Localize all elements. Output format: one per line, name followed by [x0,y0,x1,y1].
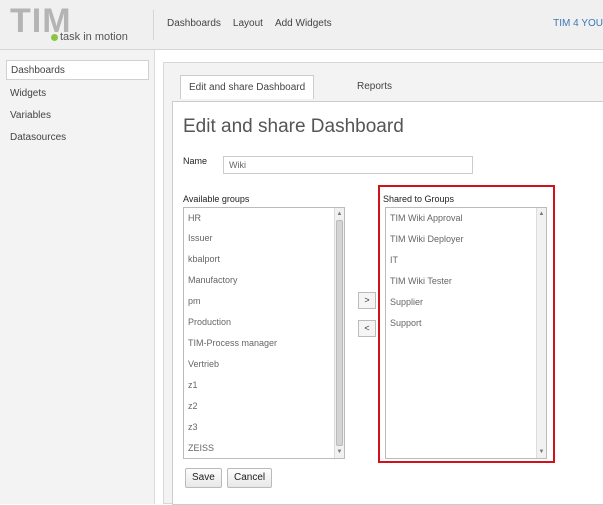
name-input[interactable] [223,156,473,174]
name-label: Name [183,156,208,166]
list-item[interactable]: Issuer [188,233,213,243]
move-left-button[interactable]: < [358,320,376,337]
list-item[interactable]: z3 [188,422,198,432]
move-right-button[interactable]: > [358,292,376,309]
available-scrollbar[interactable]: ▲ ▼ [334,208,344,458]
list-item[interactable]: pm [188,296,201,306]
top-bar: TIM task in motion Dashboards Layout Add… [0,0,603,50]
nav-layout[interactable]: Layout [233,18,263,29]
list-item[interactable]: kbalport [188,254,220,264]
nav-add-widgets[interactable]: Add Widgets [275,18,332,29]
highlight-annotation [378,185,555,463]
sidebar-item-variables[interactable]: Variables [6,106,149,126]
scroll-up-icon[interactable]: ▲ [335,209,344,219]
main-nav: Dashboards Layout Add Widgets [167,18,332,29]
list-item[interactable]: Production [188,317,231,327]
save-button[interactable]: Save [185,468,222,488]
available-groups-label: Available groups [183,194,250,204]
page-title: Edit and share Dashboard [183,116,404,137]
user-menu[interactable]: TIM 4 YOU [553,18,603,29]
list-item[interactable]: Manufactory [188,275,238,285]
tab-reports[interactable]: Reports [349,75,400,99]
sidebar-item-widgets[interactable]: Widgets [6,84,149,104]
tab-edit-share[interactable]: Edit and share Dashboard [180,75,315,99]
scroll-down-icon[interactable]: ▼ [335,447,344,457]
list-item[interactable]: Vertrieb [188,359,219,369]
logo-dot-icon [51,34,58,41]
available-groups-list[interactable]: HR Issuer kbalport Manufactory pm Produc… [183,207,345,459]
sidebar: Dashboards Widgets Variables Datasources [0,50,155,504]
nav-dashboards[interactable]: Dashboards [167,18,221,29]
scroll-thumb[interactable] [336,220,343,446]
list-item[interactable]: ZEISS [188,443,214,453]
list-item[interactable]: z2 [188,401,198,411]
sidebar-item-dashboards[interactable]: Dashboards [6,60,149,80]
nav-divider [153,10,154,40]
tim-logo[interactable]: TIM task in motion [8,2,148,46]
list-item[interactable]: TIM-Process manager [188,338,277,348]
logo-subtitle: task in motion [60,31,128,43]
list-item[interactable]: HR [188,213,201,223]
sidebar-item-datasources[interactable]: Datasources [6,128,149,148]
main-panel: Edit and share Dashboard Reports Edit an… [163,62,603,505]
list-item[interactable]: z1 [188,380,198,390]
edit-share-card: Edit and share Dashboard Name Available … [172,101,603,505]
cancel-button[interactable]: Cancel [227,468,273,488]
